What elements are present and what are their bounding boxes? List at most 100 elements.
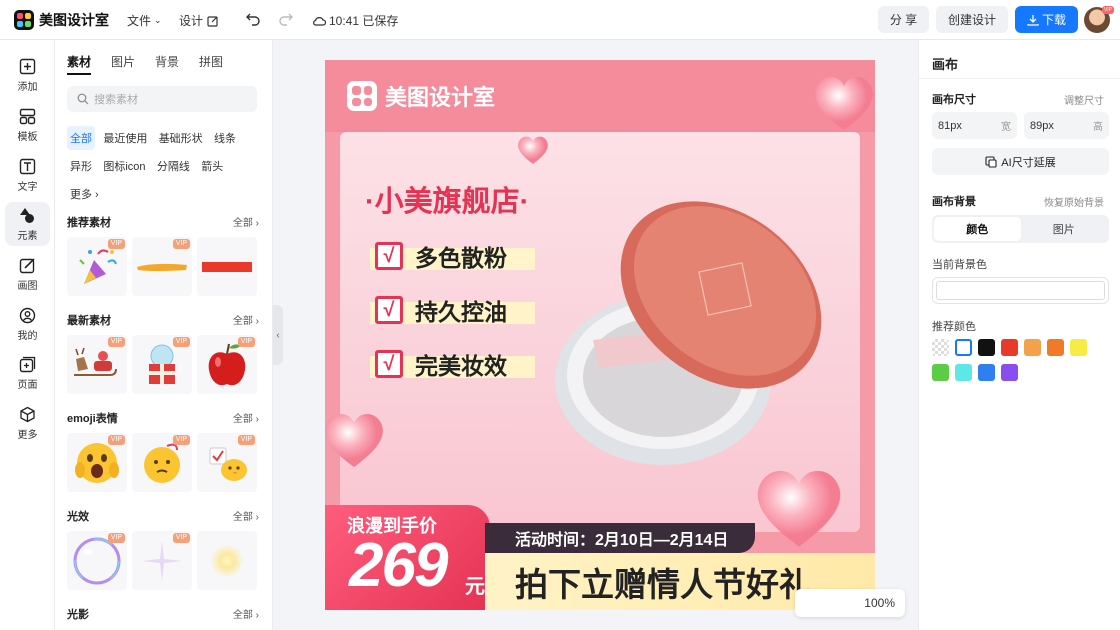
asset-thumb-sleigh[interactable]: VIP [67, 335, 127, 394]
swatch-green[interactable] [932, 364, 949, 381]
rail-item-add[interactable]: 添加 [5, 53, 50, 97]
asset-thumb-sparkle[interactable]: VIP [132, 531, 192, 590]
swatch-transparent[interactable] [932, 339, 949, 356]
tab-images[interactable]: 图片 [111, 53, 135, 75]
undo-icon[interactable] [245, 12, 261, 26]
see-all-link[interactable]: 全部 › [233, 606, 259, 622]
rail-item-text[interactable]: 文字 [5, 153, 50, 197]
section-recommended: 推荐素材 全部 › VIP VIP [67, 214, 259, 296]
heart-top-right[interactable] [809, 68, 875, 138]
feature-text: 完美妆效 [415, 353, 507, 379]
chip-lines[interactable]: 线条 [211, 126, 239, 150]
rail-item-draw[interactable]: 画图 [5, 252, 50, 296]
left-rail: 添加 模板 文字 元素 画图 我的 页面 更多 [0, 40, 55, 630]
swatch-black[interactable] [978, 339, 995, 356]
save-status-text: 10:41 已保存 [329, 14, 399, 28]
asset-thumb-scared-emoji[interactable]: VIP [67, 433, 127, 492]
search-input[interactable]: 搜索素材 [67, 86, 257, 112]
swatch-blue[interactable] [978, 364, 995, 381]
height-field[interactable]: 89px 高 [1024, 112, 1109, 139]
design-canvas[interactable]: 美图设计室 ·小美旗舰店· √ 多色散粉 √ 持久控油 √ 完美妆效 浪漫到手价… [325, 60, 875, 610]
swatch-purple[interactable] [1001, 364, 1018, 381]
redo-icon[interactable] [278, 12, 294, 26]
tab-image[interactable]: 图片 [1021, 217, 1108, 241]
swatch-red[interactable] [1001, 339, 1018, 356]
rail-item-elements[interactable]: 元素 [5, 202, 50, 246]
asset-thumb-thinking-emoji[interactable]: VIP [132, 433, 192, 492]
section-light-effects: 光效 全部 › VIP VIP [67, 508, 259, 590]
tab-materials[interactable]: 素材 [67, 53, 92, 75]
asset-thumb-yellow-stroke[interactable]: VIP [132, 237, 192, 296]
chip-more[interactable]: 更多 › [67, 182, 102, 206]
canvas-brand[interactable]: 美图设计室 [347, 80, 495, 112]
tab-backgrounds[interactable]: 背景 [155, 53, 179, 75]
tab-color[interactable]: 颜色 [934, 217, 1021, 241]
rail-item-template[interactable]: 模板 [5, 103, 50, 147]
download-button[interactable]: 下载 [1015, 6, 1078, 33]
chip-dividers[interactable]: 分隔线 [154, 154, 193, 178]
feature-item[interactable]: √ 多色散粉 [370, 240, 535, 272]
design-menu[interactable]: 设计 [179, 12, 219, 29]
chip-irregular[interactable]: 异形 [67, 154, 95, 178]
chip-icons[interactable]: 图标icon [100, 154, 148, 178]
create-design-button[interactable]: 创建设计 [936, 6, 1008, 33]
app-logo[interactable]: 美图设计室 [14, 9, 109, 30]
see-all-label: 全部 [232, 218, 253, 229]
rail-item-page[interactable]: 页面 [5, 351, 50, 395]
chip-arrows[interactable]: 箭头 [198, 154, 226, 178]
current-bg-label: 当前背景色 [932, 259, 987, 271]
see-all-link[interactable]: 全部 › [233, 214, 259, 230]
asset-thumb-party-popper[interactable]: VIP [67, 237, 127, 296]
restore-bg-link[interactable]: 恢复原始背景 [1044, 194, 1104, 209]
section-title: emoji表情 [67, 413, 118, 425]
see-all-link[interactable]: 全部 › [233, 508, 259, 524]
store-name[interactable]: ·小美旗舰店· [365, 178, 529, 220]
height-value: 89px [1030, 119, 1054, 132]
template-icon [19, 108, 36, 124]
chip-all[interactable]: 全部 [67, 126, 95, 150]
zoom-control[interactable]: 100% [795, 589, 905, 617]
asset-thumb-chick-emoji[interactable]: VIP [197, 433, 257, 492]
top-bar: 美图设计室 文件 ⌄ 设计 10:41 已保存 分 享 创建设计 下载 VIP [0, 0, 1120, 40]
see-all-link[interactable]: 全部 › [233, 312, 259, 328]
cushion-compact-product[interactable] [553, 185, 843, 475]
asset-thumb-apple[interactable]: VIP [197, 335, 257, 394]
swatch-cyan[interactable] [955, 364, 972, 381]
vip-badge: VIP [172, 533, 190, 543]
rail-item-mine[interactable]: 我的 [5, 302, 50, 346]
asset-thumb-snow-globe-gift[interactable]: VIP [132, 335, 192, 394]
gift-text[interactable]: 拍下立赠情人节好礼 [515, 558, 812, 606]
chip-recent[interactable]: 最近使用 [100, 126, 150, 150]
swatch-light-orange[interactable] [1024, 339, 1041, 356]
share-button[interactable]: 分 享 [878, 6, 929, 33]
heart-left[interactable] [325, 405, 389, 475]
asset-thumb-red-bar[interactable] [197, 237, 257, 296]
current-bg-color-field[interactable] [932, 277, 1109, 304]
swatch-orange[interactable] [1047, 339, 1064, 356]
feature-item[interactable]: √ 持久控油 [370, 294, 535, 326]
section-title: 推荐素材 [67, 217, 111, 229]
event-date-bar[interactable]: 活动时间：2月10日—2月14日 [485, 523, 755, 553]
asset-thumb-glow[interactable] [197, 531, 257, 590]
price-value[interactable]: 269 [349, 530, 448, 601]
asset-thumb-bubble[interactable]: VIP [67, 531, 127, 590]
vip-badge: VIP [172, 239, 190, 249]
rail-item-more[interactable]: 更多 [5, 401, 50, 445]
avatar[interactable]: VIP [1084, 6, 1114, 33]
ai-resize-button[interactable]: AI尺寸延展 [932, 148, 1109, 175]
swatch-white[interactable] [955, 339, 972, 356]
swatch-yellow[interactable] [1070, 339, 1087, 356]
file-menu[interactable]: 文件 ⌄ [127, 12, 162, 29]
divider [919, 78, 1120, 79]
chip-basic-shapes[interactable]: 基础形状 [156, 126, 206, 150]
width-field[interactable]: 81px 宽 [932, 112, 1017, 139]
price-currency[interactable]: 元 [465, 570, 485, 599]
heart-small-top[interactable] [513, 132, 553, 168]
see-all-link[interactable]: 全部 › [233, 410, 259, 426]
section-latest: 最新素材 全部 › VIP VIP VIP [67, 312, 259, 394]
adjust-size-link[interactable]: 调整尺寸 [1064, 92, 1104, 107]
asset-panel: 素材 图片 背景 拼图 搜索素材 全部 最近使用 基础形状 线条 异形 图标ic… [55, 40, 273, 630]
tab-collage[interactable]: 拼图 [199, 53, 223, 75]
collapse-panel-handle[interactable]: ‹ [273, 305, 283, 365]
feature-item[interactable]: √ 完美妆效 [370, 348, 535, 380]
